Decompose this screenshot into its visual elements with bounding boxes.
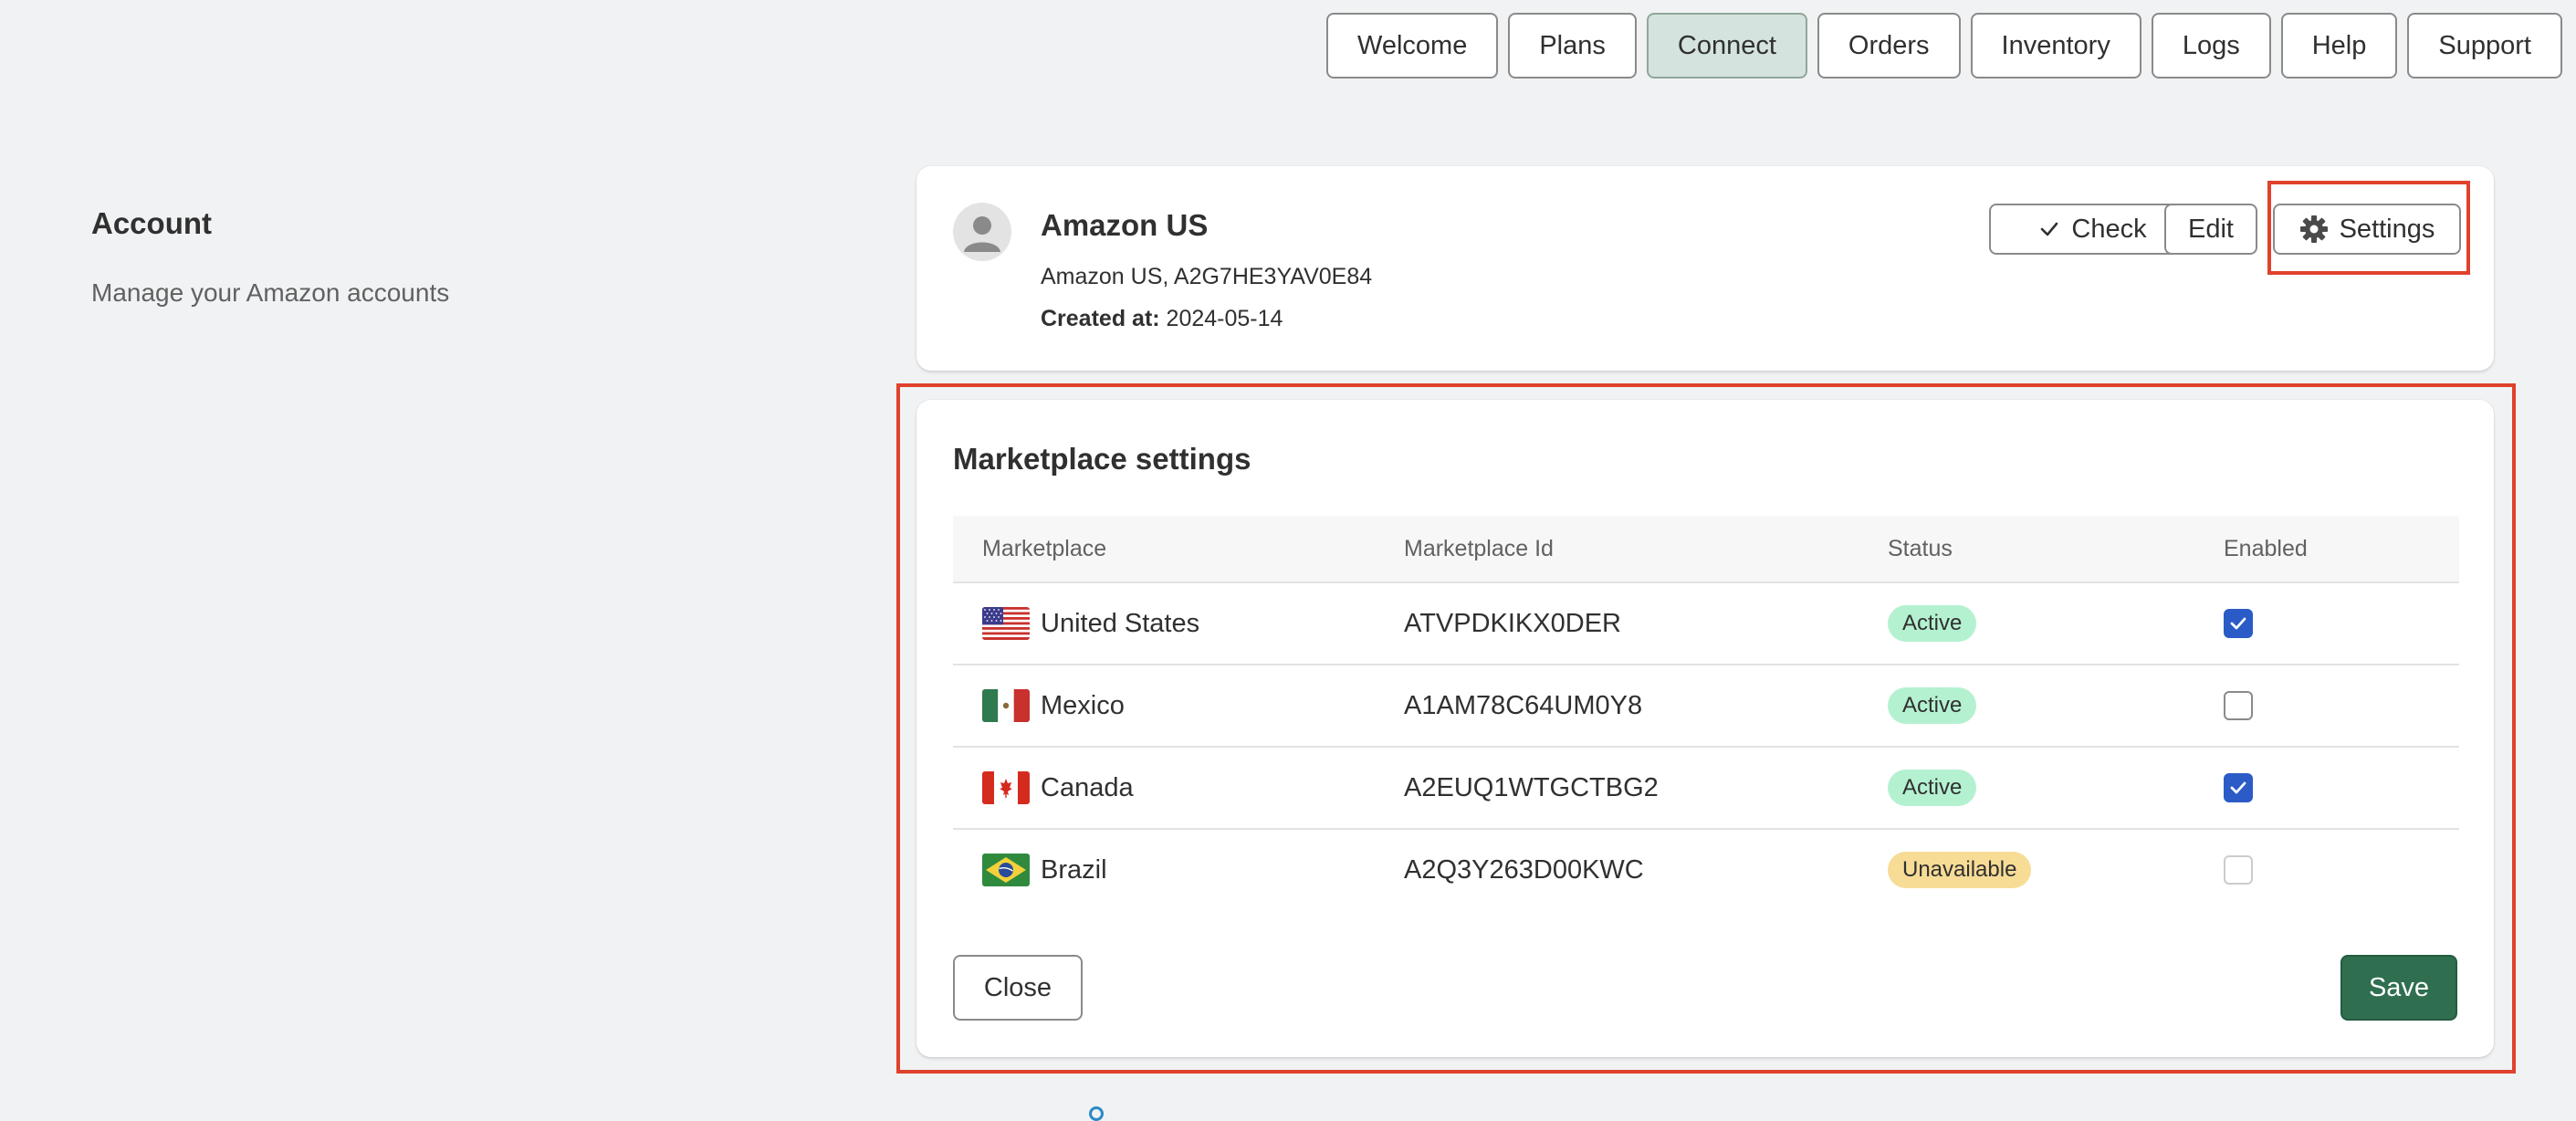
account-card: Amazon US Amazon US, A2G7HE3YAV0E84 Crea…	[916, 166, 2494, 371]
enabled-checkbox[interactable]	[2224, 773, 2253, 802]
section-title: Account	[91, 206, 212, 240]
enabled-checkbox	[2224, 855, 2253, 885]
column-header-marketplace-id: Marketplace Id	[1404, 535, 1554, 561]
account-subtitle: Amazon US, A2G7HE3YAV0E84	[1041, 264, 1373, 289]
marketplace-name: Brazil	[1041, 854, 1107, 885]
nav-orders-button[interactable]: Orders	[1817, 13, 1961, 79]
marketplace-settings-title: Marketplace settings	[953, 442, 1251, 476]
checkmark-icon	[2041, 222, 2058, 236]
status-badge: Active	[1888, 770, 1977, 806]
settings-button-label: Settings	[2339, 214, 2435, 244]
marketplace-cell: Canada	[953, 771, 1404, 804]
enabled-cell	[2224, 855, 2459, 885]
nav-help-button[interactable]: Help	[2280, 13, 2398, 79]
close-button[interactable]: Close	[953, 955, 1083, 1021]
checkmark-icon	[2230, 781, 2246, 794]
check-button-label: Check	[2071, 214, 2147, 244]
marketplace-settings-card: Marketplace settings Marketplace Marketp…	[916, 400, 2494, 1057]
checkmark-icon	[2230, 617, 2246, 630]
nav-plans-button[interactable]: Plans	[1508, 13, 1637, 79]
marketplace-cell: United States	[953, 607, 1404, 640]
nav-connect-button[interactable]: Connect	[1646, 13, 1807, 79]
marketplace-name: United States	[1041, 608, 1200, 638]
marketplace-table: Marketplace Marketplace Id Status Enable…	[953, 516, 2459, 910]
enabled-cell	[2224, 691, 2459, 720]
table-row: Canada A2EUQ1WTGCTBG2 Active	[953, 748, 2459, 830]
nav-welcome-button[interactable]: Welcome	[1326, 13, 1499, 79]
enabled-cell	[2224, 773, 2459, 802]
br-flag-icon	[982, 854, 1030, 886]
marketplace-id: A2Q3Y263D00KWC	[1404, 854, 1644, 885]
table-row: Brazil A2Q3Y263D00KWC Unavailable	[953, 830, 2459, 910]
ca-flag-icon	[982, 771, 1030, 804]
column-header-status: Status	[1888, 535, 1953, 561]
nav-logs-button[interactable]: Logs	[2151, 13, 2271, 79]
marketplace-name: Canada	[1041, 772, 1134, 802]
marketplace-cell: Mexico	[953, 689, 1404, 722]
marketplace-id: ATVPDKIKX0DER	[1404, 608, 1621, 638]
status-cell: Active	[1888, 605, 2224, 642]
marketplace-id: A1AM78C64UM0Y8	[1404, 690, 1643, 720]
mx-flag-icon	[982, 689, 1030, 722]
enabled-checkbox[interactable]	[2224, 609, 2253, 638]
status-badge: Unavailable	[1888, 852, 2032, 888]
created-label: Created at:	[1041, 306, 1160, 331]
partial-icon	[1089, 1106, 1104, 1121]
marketplace-cell: Brazil	[953, 854, 1404, 886]
marketplace-name: Mexico	[1041, 690, 1125, 720]
column-header-enabled: Enabled	[2224, 535, 2308, 561]
column-header-marketplace: Marketplace	[982, 535, 1107, 561]
status-badge: Active	[1888, 687, 1977, 724]
avatar	[953, 203, 1011, 261]
account-name: Amazon US	[1041, 208, 1209, 242]
marketplace-id: A2EUQ1WTGCTBG2	[1404, 772, 1659, 802]
top-nav: Welcome Plans Connect Orders Inventory L…	[1326, 13, 2562, 79]
table-header: Marketplace Marketplace Id Status Enable…	[953, 516, 2459, 583]
nav-support-button[interactable]: Support	[2407, 13, 2562, 79]
nav-inventory-button[interactable]: Inventory	[1970, 13, 2141, 79]
save-button[interactable]: Save	[2340, 955, 2457, 1021]
account-created: Created at: 2024-05-14	[1041, 306, 1283, 332]
edit-button-label: Edit	[2188, 214, 2234, 244]
created-value: 2024-05-14	[1166, 306, 1283, 331]
status-badge: Active	[1888, 605, 1977, 642]
status-cell: Active	[1888, 687, 2224, 724]
enabled-cell	[2224, 609, 2459, 638]
status-cell: Unavailable	[1888, 852, 2224, 888]
enabled-checkbox[interactable]	[2224, 691, 2253, 720]
edit-button[interactable]: Edit	[2164, 204, 2257, 255]
table-row: Mexico A1AM78C64UM0Y8 Active	[953, 665, 2459, 748]
us-flag-icon	[982, 607, 1030, 640]
gear-icon	[2299, 215, 2328, 243]
section-description: Manage your Amazon accounts	[91, 278, 450, 307]
user-avatar-icon	[964, 216, 1000, 252]
table-row: United States ATVPDKIKX0DER Active	[953, 583, 2459, 665]
settings-button[interactable]: Settings	[2273, 204, 2461, 255]
status-cell: Active	[1888, 770, 2224, 806]
